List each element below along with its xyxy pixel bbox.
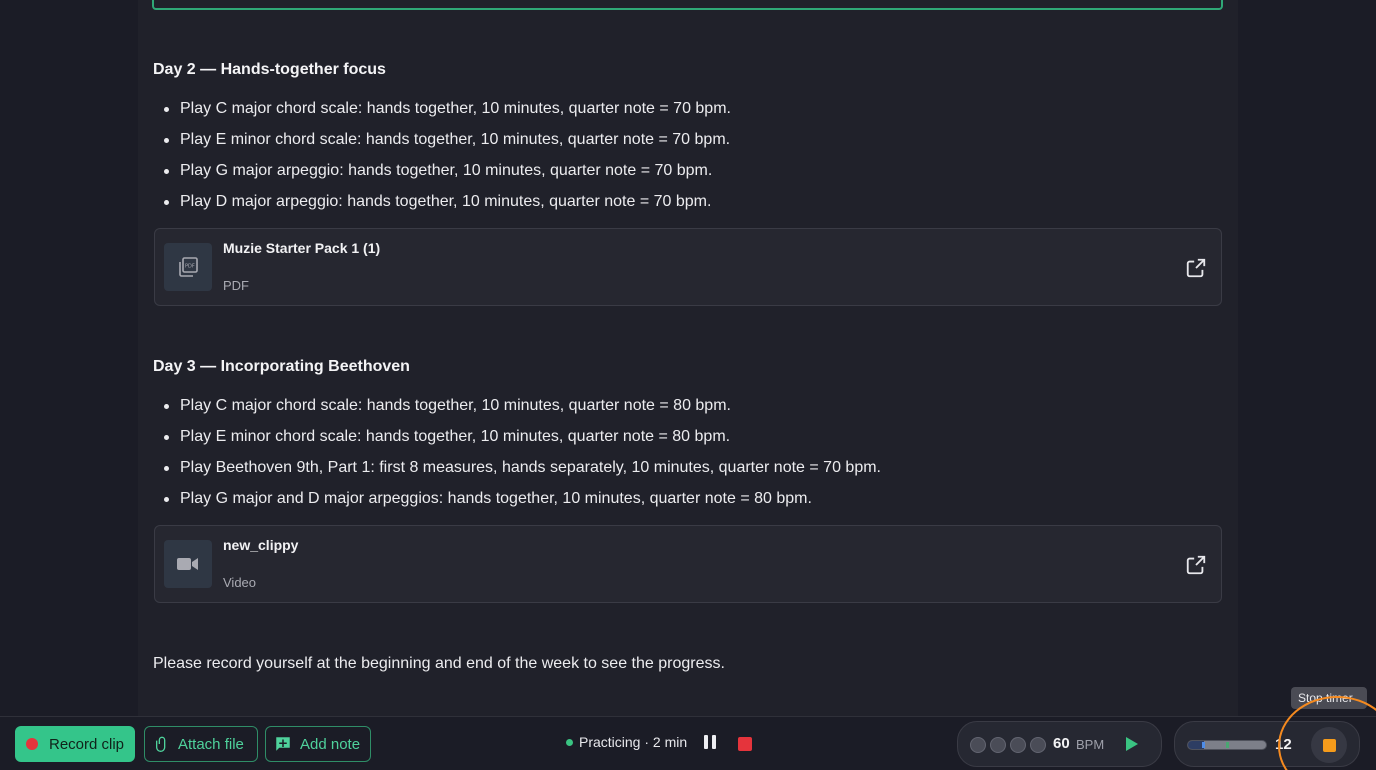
add-comment-icon [276,737,290,751]
timer-marker [1202,742,1205,748]
list-item: Play D major arpeggio: hands together, 1… [160,192,731,223]
pdf-icon: PDF [164,243,212,291]
practice-toolbar: Record clip Attach file Add note Practic… [0,716,1376,770]
day2-title: Day 2 — Hands-together focus [153,61,386,78]
attachment-card-pdf[interactable]: PDF Muzie Starter Pack 1 (1) PDF [154,228,1222,306]
timer-slider[interactable] [1187,740,1267,750]
video-camera-icon [164,540,212,588]
list-item: Play E minor chord scale: hands together… [160,130,731,161]
open-external-icon[interactable] [1185,257,1207,279]
attachment-type: PDF [223,278,249,293]
active-dot-icon [566,738,573,746]
open-external-icon[interactable] [1185,554,1207,576]
practice-status: Practicing · 2 min [566,734,687,750]
attach-file-label: Attach file [178,735,244,753]
beat-indicator [1010,737,1026,753]
pause-icon [704,735,708,749]
list-item: Play C major chord scale: hands together… [160,396,881,427]
practice-status-label: Practicing · 2 min [579,734,688,750]
stop-timer-tooltip: Stop timer [1291,687,1367,709]
lesson-content: Day 2 — Hands-together focus Play C majo… [138,0,1238,716]
metronome-panel: 60 BPM [957,721,1162,767]
beat-indicator [970,737,986,753]
attach-file-button[interactable]: Attach file [144,726,258,762]
day3-task-list: Play C major chord scale: hands together… [160,396,881,520]
bpm-unit: BPM [1076,737,1105,752]
record-clip-label: Record clip [49,735,125,753]
attachment-card-video[interactable]: new_clippy Video [154,525,1222,603]
attachment-name: Muzie Starter Pack 1 (1) [223,240,381,256]
list-item: Play G major and D major arpeggios: hand… [160,489,881,520]
timer-value: 12 [1275,736,1292,753]
list-item: Play Beethoven 9th, Part 1: first 8 meas… [160,458,881,489]
record-dot-icon [26,738,38,750]
bpm-value[interactable]: 60 [1053,735,1070,752]
metronome-play-icon[interactable] [1126,737,1138,751]
beat-indicator [990,737,1006,753]
list-item: Play E minor chord scale: hands together… [160,427,881,458]
previous-attachment-card[interactable] [152,0,1223,10]
pause-button[interactable] [700,735,720,753]
stop-icon [1322,738,1336,752]
closing-instruction: Please record yourself at the beginning … [153,655,725,672]
beat-indicator [1030,737,1046,753]
attachment-name: new_clippy [223,537,299,553]
paperclip-icon [156,736,166,752]
day3-title: Day 3 — Incorporating Beethoven [153,358,410,375]
add-note-button[interactable]: Add note [265,726,371,762]
list-item: Play C major chord scale: hands together… [160,99,731,130]
list-item: Play G major arpeggio: hands together, 1… [160,161,731,192]
day2-task-list: Play C major chord scale: hands together… [160,99,731,223]
add-note-label: Add note [300,735,361,753]
svg-text:PDF: PDF [185,264,195,270]
attachment-type: Video [223,575,257,590]
stop-timer-button[interactable] [1311,727,1347,763]
stop-practice-button[interactable] [738,737,752,751]
record-clip-button[interactable]: Record clip [15,726,135,762]
timer-marker [1226,742,1229,748]
